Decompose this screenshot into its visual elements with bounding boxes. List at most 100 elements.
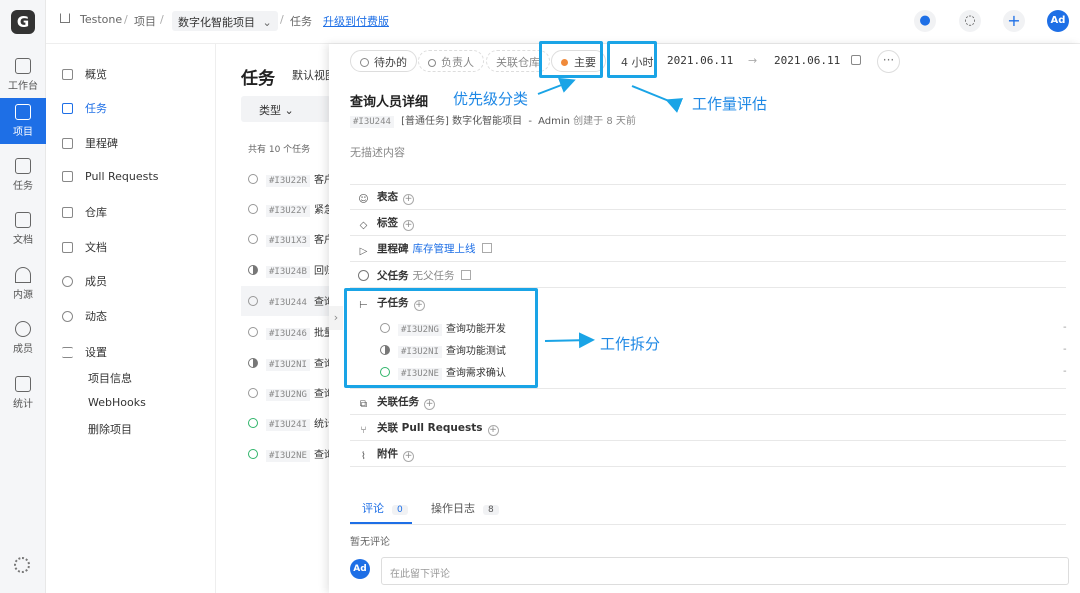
tab-comments[interactable]: 评论 0	[362, 500, 408, 516]
field-attachments[interactable]: ⌇ 附件 +	[358, 446, 414, 463]
calendar-icon[interactable]	[851, 55, 861, 65]
rail-item-innersource[interactable]: 内源	[0, 261, 46, 307]
project-icon	[15, 104, 31, 120]
field-reaction[interactable]: ☺ 表态 +	[358, 189, 414, 206]
home-icon[interactable]	[60, 13, 70, 23]
task-detail-panel: 待办的 负责人 关联仓库 主要 4 小时 2021.06.11 → 2021.0…	[329, 41, 1080, 593]
field-label: 关联任务	[377, 396, 419, 408]
subtask-item[interactable]: #I3U2NE 查询需求确认	[380, 364, 506, 380]
sidebar-item-tasks[interactable]: 任务	[62, 100, 107, 120]
add-button[interactable]: +	[1003, 10, 1025, 32]
tab-activity-log[interactable]: 操作日志 8	[431, 500, 499, 516]
collapse-panel-button[interactable]: ›	[329, 306, 343, 330]
sidebar-item-docs[interactable]: 文档	[62, 239, 107, 259]
divider	[350, 184, 1066, 185]
subtask-item[interactable]: #I3U2NI 查询功能测试	[380, 342, 506, 358]
status-todo-icon	[248, 174, 258, 184]
settings-webhooks[interactable]: WebHooks	[88, 396, 146, 416]
doc-icon	[62, 242, 73, 253]
divider	[350, 287, 1066, 288]
subtask-name: 查询功能开发	[445, 324, 506, 335]
divider	[350, 466, 1066, 467]
field-related-tasks[interactable]: ⧉ 关联任务 +	[358, 394, 435, 411]
rail-item-workbench[interactable]: 工作台	[0, 52, 46, 98]
milestone-link[interactable]: 库存管理上线	[413, 243, 476, 255]
edit-icon[interactable]	[460, 270, 471, 280]
rail-item-projects[interactable]: 项目	[0, 98, 46, 144]
task-title[interactable]: 查询人员详细	[350, 91, 428, 110]
start-date[interactable]: 2021.06.11	[667, 54, 733, 67]
field-label: 子任务	[377, 297, 409, 309]
status-button[interactable]: 待办的	[350, 50, 417, 72]
task-count: 共有 10 个任务	[248, 145, 311, 155]
status-doing-icon	[380, 345, 390, 355]
sidebar-item-repos[interactable]: 仓库	[62, 204, 107, 224]
sidebar-item-pull-requests[interactable]: Pull Requests	[62, 170, 158, 190]
rail-item-members[interactable]: 成员	[0, 315, 46, 361]
divider	[350, 440, 1066, 441]
more-button[interactable]: ···	[877, 50, 900, 73]
app-logo[interactable]: G	[11, 10, 35, 34]
task-id: #I3U22R	[266, 175, 310, 187]
bell-icon[interactable]: ◌	[959, 10, 981, 32]
hierarchy-icon: ⊢	[359, 300, 368, 311]
subtask-item[interactable]: #I3U2NG 查询功能开发	[380, 320, 506, 336]
field-related-prs[interactable]: ⑂ 关联 Pull Requests +	[358, 420, 499, 437]
smile-icon: ☺	[358, 194, 369, 205]
sidebar-item-label: 成员	[85, 275, 107, 288]
divider	[350, 235, 1066, 236]
sidebar-item-activity[interactable]: 动态	[62, 308, 107, 328]
flame-icon[interactable]: ●	[914, 10, 936, 32]
task-description[interactable]: 无描述内容	[350, 144, 405, 160]
add-icon[interactable]: +	[403, 194, 414, 205]
annotation-subtasks: 工作拆分	[600, 335, 661, 353]
breadcrumb-separator: /	[280, 13, 284, 26]
rail-label: 任务	[13, 181, 33, 192]
rail-item-docs[interactable]: 文档	[0, 206, 46, 252]
rail-item-stats[interactable]: 统计	[0, 370, 46, 416]
sidebar-item-overview[interactable]: 概览	[62, 66, 107, 86]
project-name: 数字化智能项目	[178, 16, 255, 29]
type-filter[interactable]: 类型 ⌄	[241, 96, 331, 122]
field-milestone[interactable]: ▷ 里程碑 库存管理上线	[358, 241, 492, 258]
status-todo-icon	[248, 327, 258, 337]
gear-icon[interactable]	[14, 557, 30, 573]
sidebar-item-label: 里程碑	[85, 137, 118, 150]
add-icon[interactable]: +	[424, 399, 435, 410]
add-icon[interactable]: +	[403, 451, 414, 462]
rail-label: 项目	[13, 127, 33, 138]
field-tags[interactable]: ◇ 标签 +	[358, 215, 414, 232]
status-todo-icon	[380, 323, 390, 333]
activity-icon	[62, 311, 73, 322]
status-done-icon	[248, 449, 258, 459]
sidebar-item-milestones[interactable]: 里程碑	[62, 135, 118, 155]
settings-delete-project[interactable]: 删除项目	[88, 421, 132, 441]
end-date[interactable]: 2021.06.11	[774, 54, 840, 67]
add-icon[interactable]: +	[403, 220, 414, 231]
assignee-button[interactable]: 负责人	[418, 50, 484, 72]
task-icon	[15, 158, 31, 174]
field-subtasks[interactable]: ⊢ 子任务 +	[358, 295, 425, 312]
comment-input[interactable]: 在此留下评论	[381, 557, 1069, 585]
sidebar-item-members[interactable]: 成员	[62, 273, 107, 293]
status-label: 待办的	[374, 56, 407, 69]
task-list: 任务 默认视图 类型 ⌄ 共有 10 个任务 #I3U22R 客户 #I3U22Y…	[216, 44, 351, 593]
field-label: 附件	[377, 448, 398, 460]
breadcrumb-home[interactable]: Testone	[80, 13, 122, 26]
add-icon[interactable]: +	[413, 300, 425, 311]
field-label: 父任务	[377, 270, 409, 282]
edit-icon[interactable]	[481, 243, 492, 253]
field-parent[interactable]: 父任务 无父任务	[358, 268, 471, 283]
breadcrumb-projects[interactable]: 项目	[134, 13, 156, 29]
rail-label: 工作台	[8, 81, 38, 92]
settings-project-info[interactable]: 项目信息	[88, 370, 132, 390]
task-id: #I3U22Y	[266, 205, 310, 217]
add-icon[interactable]: +	[487, 425, 499, 436]
chart-icon	[62, 69, 73, 80]
rail-item-tasks[interactable]: 任务	[0, 152, 46, 198]
upgrade-link[interactable]: 升级到付费版	[323, 13, 389, 29]
project-selector[interactable]: 数字化智能项目 ⌄	[172, 11, 278, 31]
user-avatar[interactable]: Ad	[1047, 10, 1069, 32]
sidebar-item-settings[interactable]: 设置	[62, 344, 107, 364]
annotation-estimate: 工作量评估	[692, 95, 768, 113]
